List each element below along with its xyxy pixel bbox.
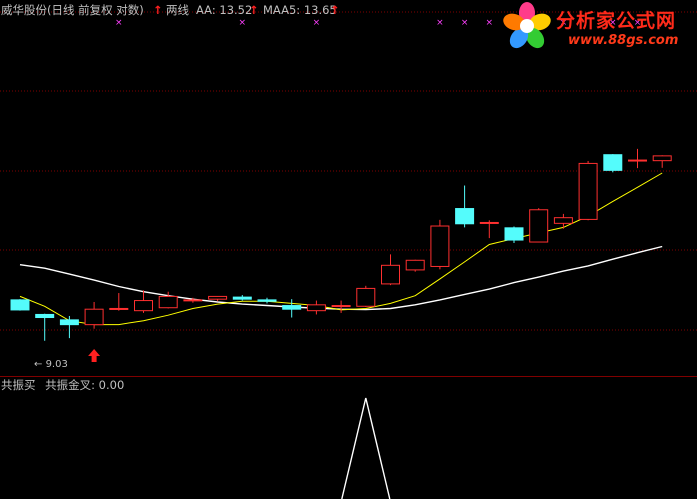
- candle-body: [430, 225, 450, 267]
- sub-panel-value: 共振金叉: 0.00: [45, 378, 125, 392]
- candle-body: [84, 308, 104, 326]
- cross-marker: ×: [313, 18, 321, 28]
- candle-body: [282, 305, 302, 310]
- watermark-url: www.88gs.com: [568, 33, 679, 48]
- chart-title: 威华股份(日线 前复权 对数): [1, 3, 144, 17]
- candle: [306, 300, 326, 315]
- low-price-label: ← 9.03: [34, 359, 68, 370]
- sub-panel-name: 共振买: [1, 378, 36, 392]
- candle: [628, 148, 647, 169]
- up-arrow-icon: ↑: [249, 3, 259, 17]
- candle: [232, 295, 252, 301]
- candle-body: [405, 259, 425, 271]
- candle-body: [504, 227, 524, 241]
- up-arrow-icon: ↑: [330, 3, 340, 17]
- cross-marker: ×: [239, 18, 247, 28]
- signal-line: [341, 397, 391, 499]
- candle: [109, 293, 129, 311]
- candle-body: [257, 299, 277, 302]
- candle: [282, 299, 302, 318]
- series-line-aa: [19, 245, 663, 311]
- cross-marker: ×: [486, 18, 494, 28]
- candlestick-series: [10, 148, 672, 341]
- candle: [430, 219, 450, 270]
- candle: [455, 185, 475, 228]
- candle-body: [10, 299, 30, 311]
- candle: [84, 301, 104, 329]
- candle-body: [603, 154, 623, 171]
- candle-body: [158, 295, 178, 309]
- watermark-brand: 分析家公式网: [556, 10, 677, 32]
- candle-body: [529, 209, 549, 243]
- candle-body: [232, 296, 252, 300]
- candle-body: [59, 319, 79, 326]
- candle-body: [381, 264, 400, 285]
- up-arrow-icon: ↑: [153, 3, 163, 17]
- candle-body: [109, 307, 129, 310]
- candle: [35, 313, 55, 341]
- chart-markers: ×××××××××××: [88, 18, 641, 362]
- signal-panel: [341, 397, 391, 499]
- candle-body: [553, 217, 573, 224]
- cross-marker: ×: [461, 18, 469, 28]
- indicator-name: 两线: [166, 3, 189, 17]
- candle-body: [183, 299, 203, 302]
- candle: [504, 226, 524, 244]
- candle: [603, 154, 623, 173]
- candle: [208, 295, 228, 302]
- candle: [257, 297, 277, 304]
- candle: [356, 285, 376, 307]
- kline-chart: ×××××××××××: [0, 11, 697, 499]
- aa-value: AA: 13.52: [196, 3, 253, 17]
- sub-panel-header: 共振买 共振金叉: 0.00: [1, 377, 130, 393]
- candle: [405, 259, 425, 272]
- candle-body: [208, 295, 228, 300]
- candle-body: [578, 162, 598, 220]
- candle-body: [134, 300, 153, 312]
- maa5-value: MAA5: 13.65: [263, 3, 337, 17]
- candle-body: [356, 287, 376, 307]
- low-price-value: 9.03: [45, 359, 68, 370]
- candle-body: [479, 221, 499, 224]
- candle: [553, 213, 573, 229]
- candle-body: [306, 304, 326, 312]
- candle: [59, 315, 79, 339]
- cross-marker: ×: [436, 18, 444, 28]
- candle: [10, 299, 30, 311]
- cross-marker: ×: [115, 18, 123, 28]
- candle: [331, 300, 351, 313]
- candle: [529, 208, 549, 243]
- candle: [134, 290, 153, 313]
- candle-body: [455, 208, 475, 225]
- candle-body: [35, 313, 55, 319]
- candle: [381, 254, 400, 286]
- buy-arrow-icon: [88, 349, 101, 362]
- candle-body: [628, 159, 647, 162]
- candle: [479, 220, 499, 239]
- candle: [578, 160, 598, 221]
- candle-body: [331, 305, 351, 308]
- candle-body: [652, 155, 672, 162]
- candle: [652, 155, 672, 168]
